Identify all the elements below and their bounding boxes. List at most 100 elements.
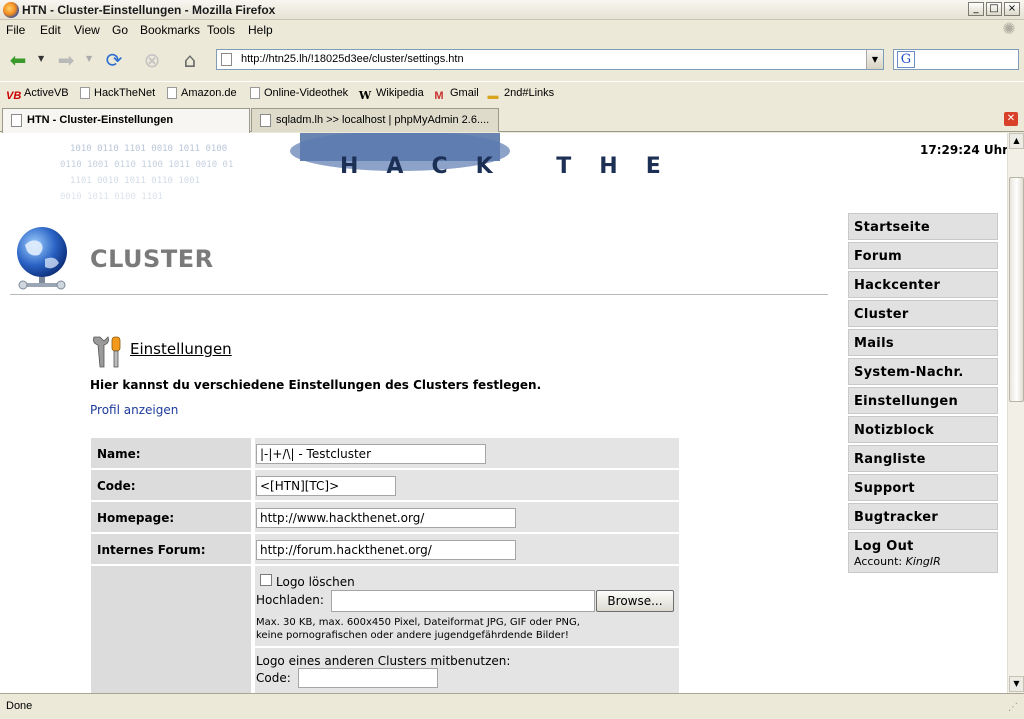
stop-icon[interactable]: ⊗ xyxy=(138,46,166,74)
cluster-globe-icon xyxy=(17,227,67,290)
search-box[interactable]: G xyxy=(893,49,1019,70)
name-input[interactable]: |-|+/\| - Testcluster xyxy=(256,444,486,464)
forward-history-dropdown[interactable]: ▼ xyxy=(86,54,92,63)
gmail-icon: M xyxy=(434,90,444,102)
tab-phpmyadmin[interactable]: sqladm.lh >> localhost | phpMyAdmin 2.6.… xyxy=(251,108,499,132)
heading-divider xyxy=(10,294,828,295)
shared-logo-label: Logo eines anderen Clusters mitbenutzen: xyxy=(256,654,511,668)
homepage-input[interactable]: http://www.hackthenet.org/ xyxy=(256,508,516,528)
page-icon xyxy=(167,87,177,99)
nav-cluster[interactable]: Cluster xyxy=(848,300,998,327)
home-icon[interactable]: ⌂ xyxy=(176,46,204,74)
logo-delete-checkbox[interactable] xyxy=(260,574,272,586)
page-icon xyxy=(250,87,260,99)
bookmark-wikipedia[interactable]: W Wikipedia xyxy=(358,87,424,103)
logout-label: Log Out xyxy=(854,539,914,554)
reload-icon[interactable]: ⟳ xyxy=(100,46,128,74)
logo-upload-cell: Logo löschen Hochladen: Browse... Max. 3… xyxy=(255,566,679,648)
form-row-forum: Internes Forum: http://forum.hackthenet.… xyxy=(91,534,679,566)
forward-arrow-icon[interactable]: ➡ xyxy=(52,46,80,74)
folder-icon: ▬ xyxy=(487,90,499,102)
close-tab-icon[interactable]: ✕ xyxy=(1004,112,1018,126)
code-label: Code: xyxy=(91,470,253,502)
bookmark-amazon[interactable]: Amazon.de xyxy=(167,87,237,99)
window-titlebar: HTN - Cluster-Einstellungen - Mozilla Fi… xyxy=(0,0,1024,20)
nav-forum[interactable]: Forum xyxy=(848,242,998,269)
tab-strip: HTN - Cluster-Einstellungen sqladm.lh >>… xyxy=(0,106,1024,133)
browse-button[interactable]: Browse... xyxy=(596,590,674,612)
menu-bookmarks[interactable]: Bookmarks xyxy=(140,23,200,37)
tab-cluster-einstellungen[interactable]: HTN - Cluster-Einstellungen xyxy=(2,108,250,133)
page-title: CLUSTER xyxy=(90,245,214,273)
section-title-einstellungen[interactable]: Einstellungen xyxy=(130,340,232,358)
status-bar: Done ⋰ xyxy=(0,693,1024,719)
url-dropdown-button[interactable]: ▼ xyxy=(866,50,883,69)
page-content: 1010 0110 1101 0010 1011 0100 0110 1001 … xyxy=(0,133,1007,693)
homepage-label: Homepage: xyxy=(91,502,253,534)
upload-hint-line-1: Max. 30 KB, max. 600x450 Pixel, Dateifor… xyxy=(256,617,580,628)
bookmark-gmail[interactable]: M Gmail xyxy=(432,87,478,103)
back-arrow-icon[interactable]: ⬅ xyxy=(4,46,32,74)
menu-tools[interactable]: Tools xyxy=(207,23,235,37)
page-icon xyxy=(221,53,232,66)
url-bar[interactable]: http://htn25.lh/!18025d3ee/cluster/setti… xyxy=(216,49,884,70)
form-row-homepage: Homepage: http://www.hackthenet.org/ xyxy=(91,502,679,534)
wikipedia-icon: W xyxy=(358,89,372,102)
nav-system-nachrichten[interactable]: System-Nachr. xyxy=(848,358,998,385)
nav-support[interactable]: Support xyxy=(848,474,998,501)
menu-go[interactable]: Go xyxy=(112,23,128,37)
resize-grip-icon[interactable]: ⋰ xyxy=(1008,702,1022,716)
upload-file-input[interactable] xyxy=(331,590,595,612)
homepage-cell: http://www.hackthenet.org/ xyxy=(255,502,679,534)
vertical-scrollbar[interactable]: ▲ ▼ xyxy=(1007,133,1024,693)
scroll-down-arrow-icon[interactable]: ▼ xyxy=(1009,676,1024,692)
hackthenet-banner-logo: 1010 0110 1101 0010 1011 0100 0110 1001 … xyxy=(60,133,680,202)
bookmark-activevb[interactable]: VB ActiveVB xyxy=(6,87,69,103)
account-info: Account: KingIR xyxy=(854,555,997,568)
form-row-name: Name: |-|+/\| - Testcluster xyxy=(91,438,679,470)
nav-logout[interactable]: Log Out Account: KingIR xyxy=(848,532,998,573)
bookmark-hackthenet[interactable]: HackTheNet xyxy=(80,87,155,99)
bookmark-folder-2nd-links[interactable]: ▬ 2nd#Links xyxy=(486,87,555,103)
menu-file[interactable]: File xyxy=(6,23,25,37)
status-text: Done xyxy=(6,700,33,712)
page-icon xyxy=(80,87,90,99)
svg-text:1010 0110 1101 0010 1011 0100: 1010 0110 1101 0010 1011 0100 xyxy=(70,144,227,154)
form-row-logo: Logo löschen Hochladen: Browse... Max. 3… xyxy=(91,566,679,693)
logo-delete-label: Logo löschen xyxy=(276,575,355,589)
minimize-button[interactable]: _ xyxy=(968,2,984,16)
name-cell: |-|+/\| - Testcluster xyxy=(255,438,679,470)
firefox-icon xyxy=(3,2,19,18)
bookmark-online-videothek[interactable]: Online-Videothek xyxy=(250,87,348,99)
upload-label: Hochladen: xyxy=(256,593,324,607)
account-name: KingIR xyxy=(905,555,941,568)
shared-code-input[interactable] xyxy=(298,668,438,688)
nav-hackcenter[interactable]: Hackcenter xyxy=(848,271,998,298)
google-search-icon[interactable]: G xyxy=(897,51,915,68)
page-icon xyxy=(260,114,271,127)
code-input[interactable]: <[HTN][TC]> xyxy=(256,476,396,496)
forum-cell: http://forum.hackthenet.org/ xyxy=(255,534,679,566)
shared-logo-cell: Logo eines anderen Clusters mitbenutzen:… xyxy=(255,648,679,693)
back-history-dropdown[interactable]: ▼ xyxy=(38,54,44,63)
name-label: Name: xyxy=(91,438,253,470)
maximize-button[interactable]: □ xyxy=(986,2,1002,16)
scroll-up-arrow-icon[interactable]: ▲ xyxy=(1009,133,1024,149)
nav-startseite[interactable]: Startseite xyxy=(848,213,998,240)
url-text[interactable]: http://htn25.lh/!18025d3ee/cluster/setti… xyxy=(241,53,464,65)
upload-hint-line-2: keine pornografischen oder andere jugend… xyxy=(256,630,569,641)
nav-mails[interactable]: Mails xyxy=(848,329,998,356)
menu-view[interactable]: View xyxy=(74,23,100,37)
close-window-button[interactable]: × xyxy=(1004,2,1020,16)
forum-input[interactable]: http://forum.hackthenet.org/ xyxy=(256,540,516,560)
scrollbar-thumb[interactable] xyxy=(1009,177,1024,402)
menu-edit[interactable]: Edit xyxy=(40,23,61,37)
nav-bugtracker[interactable]: Bugtracker xyxy=(848,503,998,530)
nav-rangliste[interactable]: Rangliste xyxy=(848,445,998,472)
menu-help[interactable]: Help xyxy=(248,23,273,37)
profile-link[interactable]: Profil anzeigen xyxy=(90,403,178,417)
nav-notizblock[interactable]: Notizblock xyxy=(848,416,998,443)
logo-label-cell xyxy=(91,566,253,693)
nav-einstellungen[interactable]: Einstellungen xyxy=(848,387,998,414)
form-row-code: Code: <[HTN][TC]> xyxy=(91,470,679,502)
